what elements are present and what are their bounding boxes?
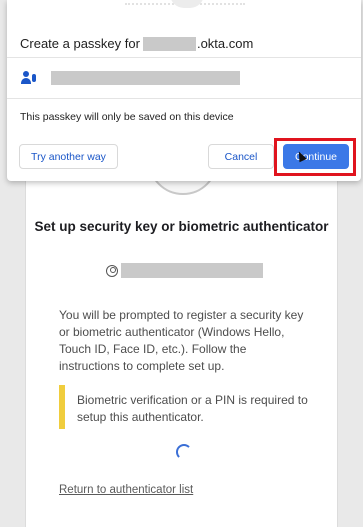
redacted-username [121, 263, 263, 278]
user-identifier [106, 263, 263, 278]
continue-highlight [274, 138, 356, 176]
redacted-account-name [51, 71, 240, 85]
user-circle-icon [106, 264, 118, 277]
biometric-notice: Biometric verification or a PIN is requi… [59, 385, 314, 429]
dialog-title-prefix: Create a passkey for [20, 36, 140, 51]
divider [7, 57, 361, 58]
try-another-way-button[interactable]: Try another way [19, 144, 118, 169]
instructions-text: You will be prompted to register a secur… [59, 308, 304, 373]
dialog-title: Create a passkey for .okta.com [20, 36, 253, 51]
user-key-icon [21, 71, 37, 85]
dialog-title-suffix: .okta.com [196, 36, 254, 51]
return-to-authenticator-list-link[interactable]: Return to authenticator list [59, 484, 193, 496]
spinner-icon [176, 444, 192, 460]
notice-text: Biometric verification or a PIN is requi… [77, 393, 308, 424]
redacted-subdomain [142, 36, 196, 51]
page-title: Set up security key or biometric authent… [34, 219, 329, 234]
cancel-button[interactable]: Cancel [208, 144, 274, 169]
device-only-note: This passkey will only be saved on this … [20, 111, 234, 123]
divider [7, 98, 361, 99]
account-row [21, 71, 240, 85]
